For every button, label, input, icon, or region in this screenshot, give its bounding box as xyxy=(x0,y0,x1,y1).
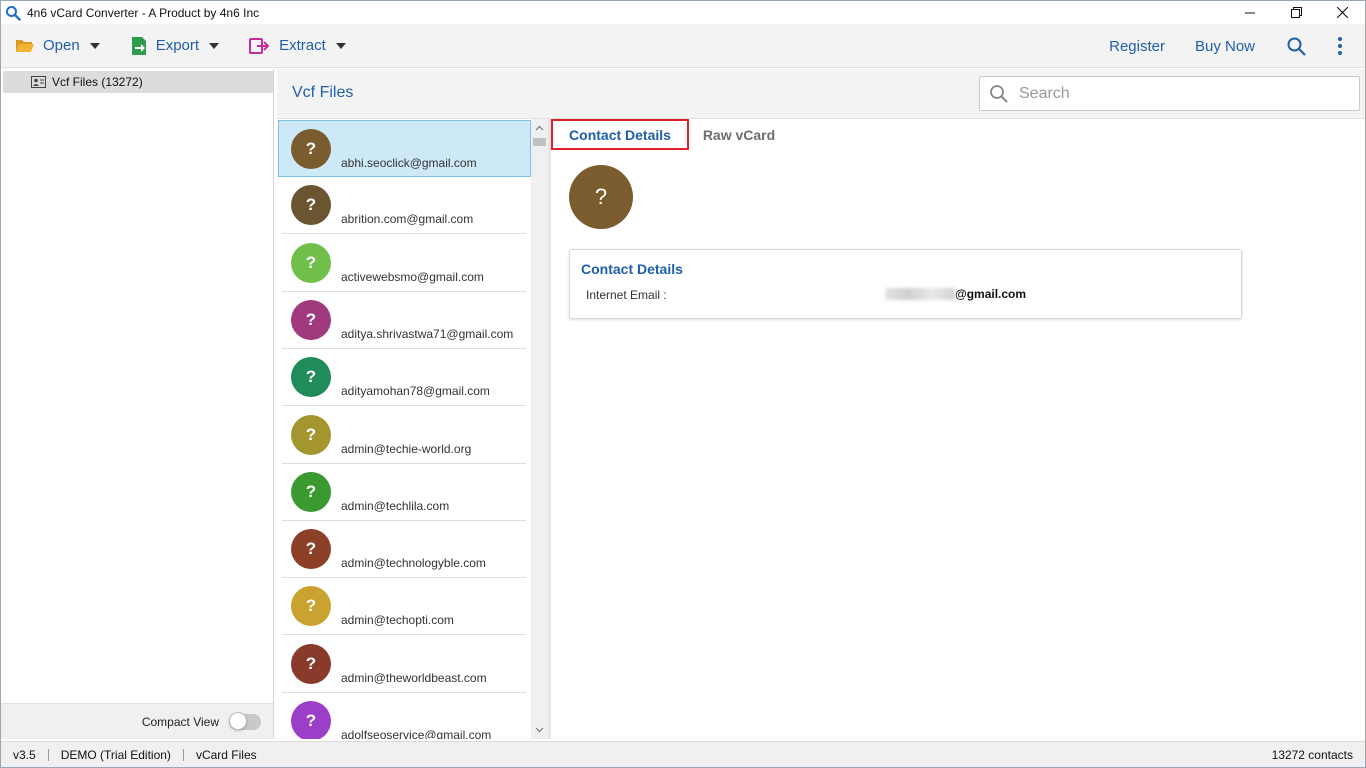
contact-count-text: 13272 contacts xyxy=(1271,748,1353,762)
contact-list-item[interactable]: ? aditya.shrivastwa71@gmail.com xyxy=(282,292,526,349)
tab-contact-details[interactable]: Contact Details xyxy=(551,119,689,150)
contact-email: admin@technologyble.com xyxy=(341,556,486,571)
tree-item-vcf-files[interactable]: Vcf Files (13272) xyxy=(3,71,273,93)
chevron-down-icon xyxy=(89,42,100,49)
more-vertical-icon xyxy=(1338,37,1342,55)
contact-avatar: ? xyxy=(291,529,331,570)
contact-email: abrition.com@gmail.com xyxy=(341,212,474,227)
search-icon xyxy=(1287,37,1306,56)
buy-now-link[interactable]: Buy Now xyxy=(1195,38,1255,55)
redacted-text xyxy=(885,288,955,300)
export-button[interactable]: Export xyxy=(124,24,225,68)
details-tab-bar: Contact Details Raw vCard xyxy=(551,119,1365,150)
open-button[interactable]: Open xyxy=(9,24,106,68)
file-type-text: vCard Files xyxy=(195,747,257,762)
contact-email: admin@techie-world.org xyxy=(341,441,472,456)
chevron-down-icon xyxy=(209,42,220,49)
contact-list-item[interactable]: ? abhi.seoclick@gmail.com xyxy=(278,120,531,177)
extract-icon xyxy=(249,37,270,54)
contact-list-item[interactable]: ? admin@techlila.com xyxy=(282,464,526,521)
contact-email: abhi.seoclick@gmail.com xyxy=(341,156,477,170)
register-link[interactable]: Register xyxy=(1109,38,1165,55)
chevron-down-icon xyxy=(335,42,346,49)
contact-avatar: ? xyxy=(569,165,633,229)
contact-avatar: ? xyxy=(291,299,331,340)
app-window: 4n6 vCard Converter - A Product by 4n6 I… xyxy=(0,0,1366,768)
toggle-knob xyxy=(229,711,247,730)
window-title: 4n6 vCard Converter - A Product by 4n6 I… xyxy=(27,5,260,20)
status-bar: v3.5 DEMO (Trial Edition) vCard Files 13… xyxy=(1,741,1365,767)
contact-list-item[interactable]: ? adityamohan78@gmail.com xyxy=(282,349,526,407)
toolbar: Open Export Extract Register Buy Now xyxy=(1,24,1365,68)
tab-raw-vcard[interactable]: Raw vCard xyxy=(691,119,787,150)
contact-avatar: ? xyxy=(291,357,331,398)
contact-list-scrollbar[interactable] xyxy=(531,119,548,739)
restore-icon xyxy=(1290,7,1302,18)
page-title: Vcf Files xyxy=(292,84,354,101)
toolbar-right: Register Buy Now xyxy=(1109,24,1365,68)
contact-avatar: ? xyxy=(291,129,331,169)
contact-list-item[interactable]: ? admin@techopti.com xyxy=(282,578,526,636)
scrollbar-thumb[interactable] xyxy=(533,138,546,146)
folder-open-icon xyxy=(16,39,34,52)
title-bar: 4n6 vCard Converter - A Product by 4n6 I… xyxy=(1,1,1365,24)
contact-list-item[interactable]: ? abrition.com@gmail.com xyxy=(282,177,526,235)
contact-list: ? abhi.seoclick@gmail.com? abrition.com@gm… xyxy=(277,119,531,739)
contact-list-item[interactable]: ? admin@theworldbeast.com xyxy=(282,636,526,693)
close-icon xyxy=(1336,7,1348,18)
internet-email-label: Internet Email : xyxy=(586,288,667,302)
contact-email: admin@techlila.com xyxy=(341,498,450,513)
minimize-button[interactable] xyxy=(1227,1,1273,24)
contact-avatar: ? xyxy=(291,471,331,512)
more-options-button[interactable] xyxy=(1329,35,1351,57)
contact-email: aditya.shrivastwa71@gmail.com xyxy=(341,326,514,341)
tree-item-label: Vcf Files (13272) xyxy=(52,75,143,89)
contact-avatar: ? xyxy=(291,242,331,283)
contact-avatar: ? xyxy=(291,701,331,739)
toolbar-search-button[interactable] xyxy=(1285,35,1307,57)
window-controls xyxy=(1227,1,1365,24)
extract-button[interactable]: Extract xyxy=(243,24,352,68)
contact-list-item[interactable]: ? admin@techie-world.org xyxy=(282,407,526,464)
extract-label: Extract xyxy=(279,37,326,54)
scroll-up-icon[interactable] xyxy=(535,124,544,133)
search-input[interactable] xyxy=(1019,84,1349,103)
email-domain: @gmail.com xyxy=(955,287,1027,301)
contact-avatar: ? xyxy=(291,414,331,455)
contact-card-icon xyxy=(31,76,46,88)
close-button[interactable] xyxy=(1319,1,1365,24)
card-title: Contact Details xyxy=(581,261,683,277)
contact-list-item[interactable]: ? admin@technologyble.com xyxy=(282,521,526,579)
internet-email-value: @gmail.com xyxy=(885,287,1026,301)
contact-list-item[interactable]: ? adolfseoservice@gmail.com xyxy=(282,693,526,739)
contact-email: adityamohan78@gmail.com xyxy=(341,384,490,399)
export-label: Export xyxy=(155,37,200,54)
contact-email: admin@theworldbeast.com xyxy=(341,670,487,685)
edition-text: DEMO (Trial Edition) xyxy=(60,747,171,762)
compact-view-toggle[interactable] xyxy=(229,711,261,730)
compact-view-bar: Compact View xyxy=(1,703,273,739)
contact-email: activewebsmo@gmail.com xyxy=(341,269,484,284)
minimize-icon xyxy=(1245,12,1255,13)
compact-view-label: Compact View xyxy=(141,714,219,729)
content-header: Vcf Files xyxy=(277,69,1365,119)
contact-avatar: ? xyxy=(291,586,331,627)
contact-details-panel: Contact Details Raw vCard ? Contact Deta… xyxy=(551,119,1365,739)
export-icon xyxy=(131,36,146,55)
contact-list-item[interactable]: ? activewebsmo@gmail.com xyxy=(282,235,526,292)
scroll-down-icon[interactable] xyxy=(535,725,544,734)
contact-details-card: Contact Details Internet Email : @gmail.… xyxy=(569,249,1242,319)
contact-email: adolfseoservice@gmail.com xyxy=(341,728,492,739)
open-label: Open xyxy=(43,37,80,54)
contact-avatar: ? xyxy=(291,643,331,684)
contact-email: admin@techopti.com xyxy=(341,613,454,628)
contact-avatar: ? xyxy=(291,185,331,226)
search-icon xyxy=(990,84,1008,103)
search-box[interactable] xyxy=(979,76,1360,111)
app-logo-icon xyxy=(6,5,21,21)
folder-tree-panel: Vcf Files (13272) Compact View xyxy=(1,69,274,739)
restore-button[interactable] xyxy=(1273,1,1319,24)
version-text: v3.5 xyxy=(13,747,36,762)
